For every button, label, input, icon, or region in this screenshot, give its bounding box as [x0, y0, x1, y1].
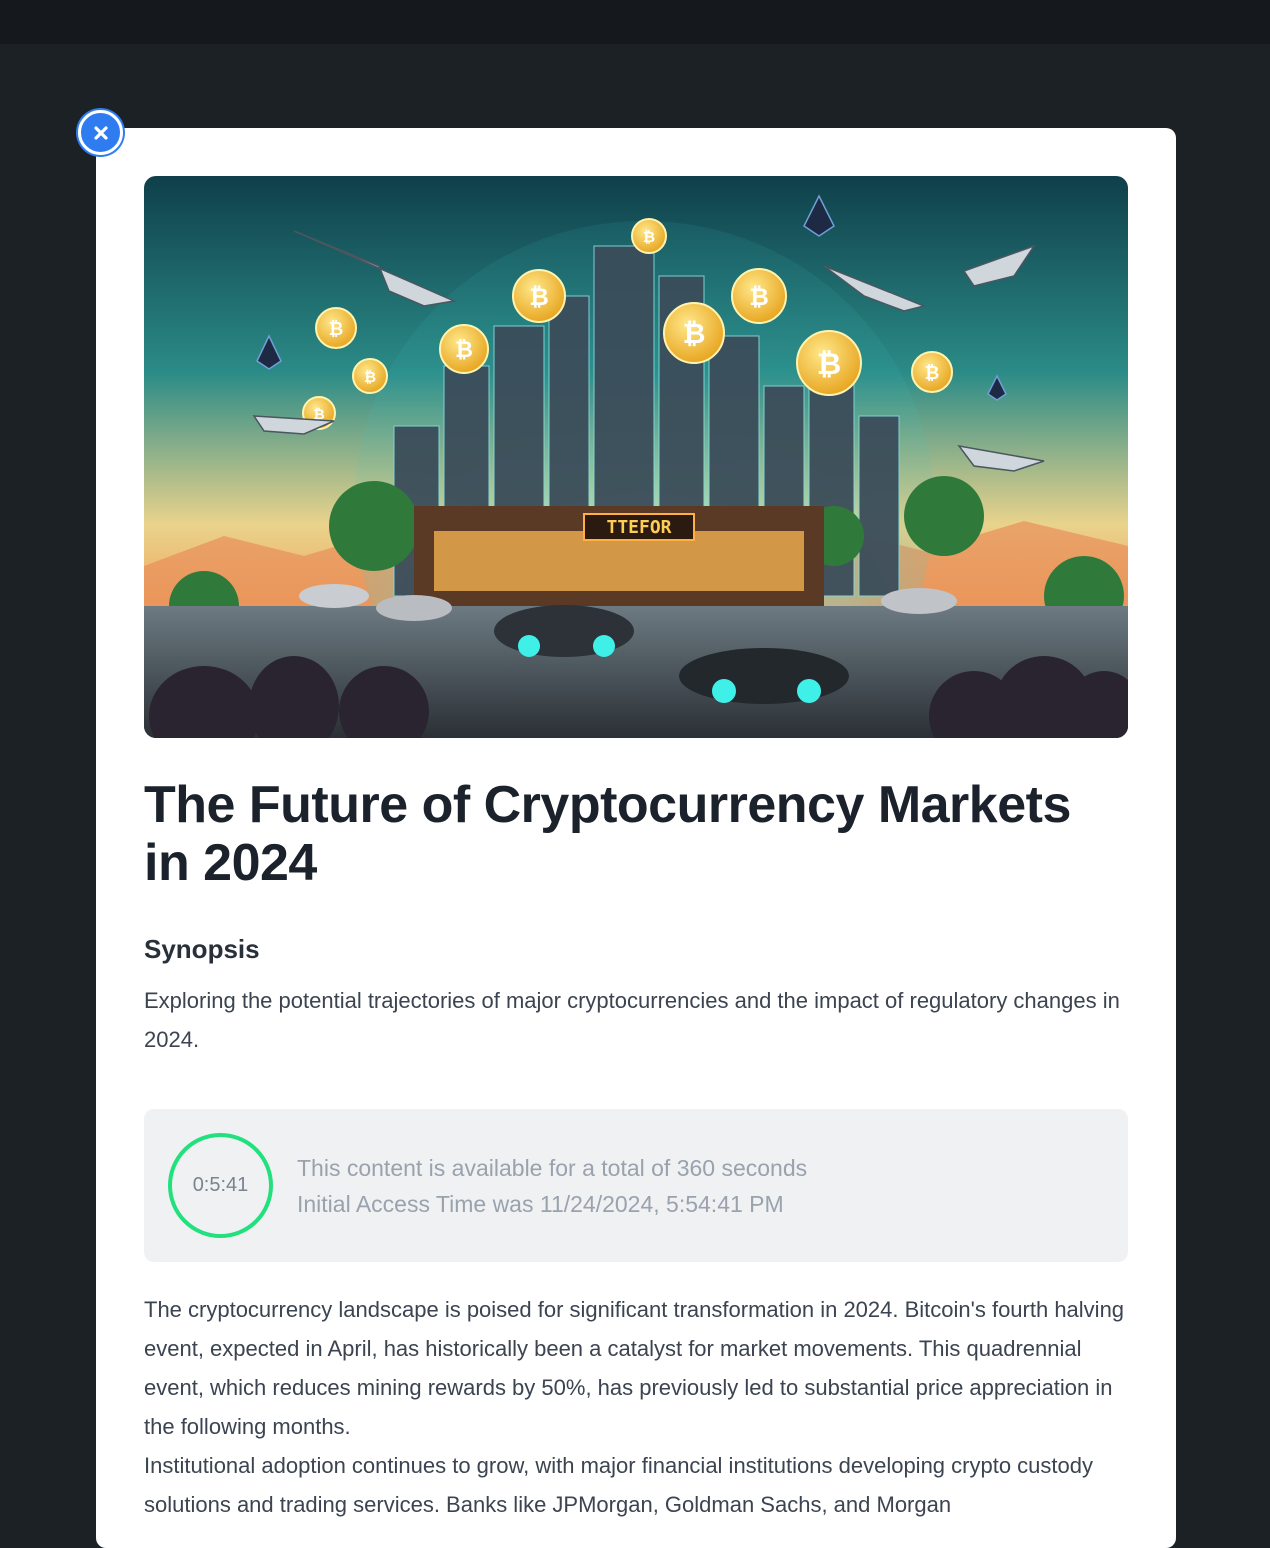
- timer-info: This content is available for a total of…: [297, 1150, 807, 1222]
- close-icon: [93, 125, 108, 140]
- svg-text:₿: ₿: [529, 283, 549, 311]
- hero-image: TTEFOR ₿ ₿ ₿ ₿ ₿ ₿ ₿ ₿ ₿ ₿: [144, 176, 1128, 738]
- access-timer-panel: 0:5:41 This content is available for a t…: [144, 1109, 1128, 1262]
- svg-text:₿: ₿: [683, 317, 706, 350]
- svg-text:₿: ₿: [925, 363, 940, 384]
- top-bar: [0, 0, 1270, 44]
- synopsis-text: Exploring the potential trajectories of …: [144, 988, 1120, 1052]
- svg-text:₿: ₿: [455, 338, 473, 363]
- svg-text:₿: ₿: [749, 283, 769, 311]
- svg-text:TTEFOR: TTEFOR: [606, 517, 671, 538]
- article-card: TTEFOR ₿ ₿ ₿ ₿ ₿ ₿ ₿ ₿ ₿ ₿ The Future of…: [96, 128, 1176, 1548]
- svg-text:₿: ₿: [364, 368, 376, 386]
- svg-text:₿: ₿: [817, 347, 841, 382]
- body-paragraph: The cryptocurrency landscape is poised f…: [144, 1297, 1125, 1439]
- article-body: The cryptocurrency landscape is poised f…: [144, 1290, 1128, 1524]
- svg-text:₿: ₿: [329, 319, 344, 340]
- availability-text: This content is available for a total of…: [297, 1154, 808, 1181]
- access-time-text: Initial Access Time was 11/24/2024, 5:54…: [297, 1190, 784, 1217]
- article-title: The Future of Cryptocurrency Markets in …: [144, 776, 1071, 892]
- svg-text:₿: ₿: [643, 228, 655, 246]
- body-paragraph: Institutional adoption continues to grow…: [144, 1453, 1093, 1517]
- close-button[interactable]: [78, 110, 123, 155]
- synopsis-heading: Synopsis: [144, 934, 260, 964]
- countdown-timer: 0:5:41: [168, 1133, 273, 1238]
